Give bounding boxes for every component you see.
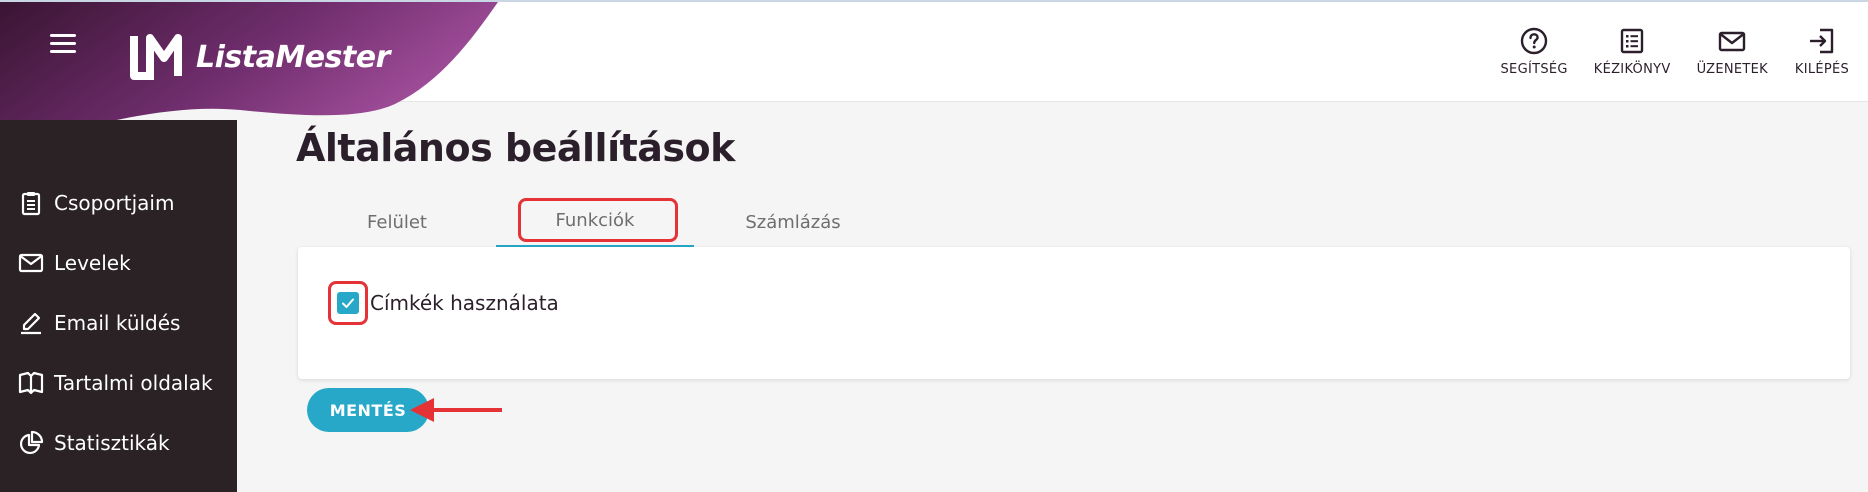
- sidebar-item-content-pages[interactable]: Tartalmi oldalak: [18, 370, 213, 396]
- menu-toggle-button[interactable]: [50, 34, 82, 62]
- checkmark-icon: [342, 298, 354, 308]
- settings-tabs: Felület Funkciók Számlázás: [298, 196, 892, 248]
- checkbox-checked: [337, 292, 359, 314]
- manual-button[interactable]: KÉZIKÖNYV: [1594, 26, 1671, 77]
- tab-billing[interactable]: Számlázás: [694, 196, 892, 248]
- messages-button[interactable]: ÜZENETEK: [1697, 26, 1768, 77]
- logout-icon: [1810, 28, 1834, 54]
- pointer-arrow-icon: [410, 398, 502, 422]
- sidebar-item-label: Email küldés: [54, 311, 181, 335]
- tags-checkbox[interactable]: [328, 281, 368, 325]
- brand-name: ListaMester: [196, 39, 390, 75]
- clipboard-icon: [21, 192, 41, 216]
- sidebar-item-label: Csoportjaim: [54, 191, 175, 215]
- sidebar-item-label: Statisztikák: [54, 431, 170, 455]
- tab-label: Számlázás: [745, 211, 841, 233]
- sidebar-item-statistics[interactable]: Statisztikák: [18, 430, 170, 456]
- tags-checkbox-label[interactable]: Címkék használata: [370, 291, 559, 315]
- sidebar-item-letters[interactable]: Levelek: [18, 250, 131, 276]
- messages-label: ÜZENETEK: [1696, 62, 1768, 77]
- logout-label: KILÉPÉS: [1794, 62, 1850, 77]
- sidebar-item-label: Tartalmi oldalak: [54, 371, 213, 395]
- functions-panel: Címkék használata: [298, 247, 1850, 379]
- brand-logo[interactable]: ListaMester: [128, 32, 390, 82]
- top-header: ListaMester SEGÍTSÉG KÉZIKÖNYV ÜZENETEK …: [0, 0, 1868, 144]
- help-button[interactable]: SEGÍTSÉG: [1501, 26, 1568, 77]
- listamester-logo-icon: [130, 34, 182, 80]
- sidebar: Csoportjaim Levelek Email küldés Tartalm…: [0, 120, 237, 492]
- tab-functions[interactable]: Funkciók: [496, 196, 694, 248]
- header-actions: SEGÍTSÉG KÉZIKÖNYV ÜZENETEK KILÉPÉS: [1501, 26, 1851, 77]
- tags-setting-row: Címkék használata: [328, 281, 559, 325]
- help-label: SEGÍTSÉG: [1500, 62, 1568, 77]
- envelope-icon: [18, 253, 44, 273]
- open-book-icon: [18, 371, 44, 395]
- tab-interface[interactable]: Felület: [298, 196, 496, 248]
- logout-button[interactable]: KILÉPÉS: [1794, 26, 1850, 77]
- tab-label: Felület: [367, 211, 427, 233]
- sidebar-item-email-send[interactable]: Email küldés: [18, 310, 180, 336]
- pie-chart-icon: [20, 430, 44, 454]
- pen-icon: [21, 312, 41, 335]
- help-circle-icon: [1520, 27, 1548, 55]
- sidebar-item-groups[interactable]: Csoportjaim: [18, 190, 174, 216]
- page-title: Általános beállítások: [296, 126, 735, 170]
- mail-icon: [1719, 31, 1746, 52]
- book-list-icon: [1620, 28, 1644, 54]
- highlight-box: [518, 198, 678, 242]
- manual-label: KÉZIKÖNYV: [1593, 62, 1671, 77]
- sidebar-item-label: Levelek: [54, 251, 131, 275]
